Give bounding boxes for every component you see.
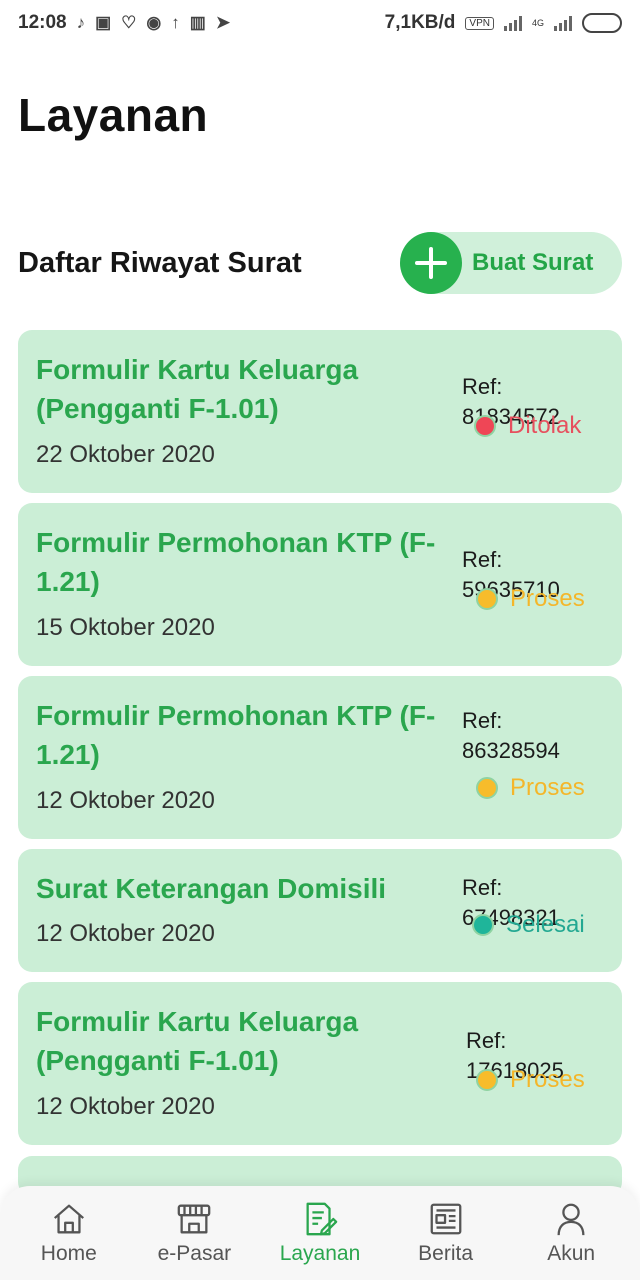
signal-icon [503,15,522,31]
status-label: Proses [510,774,585,801]
status-badge: Proses [476,585,585,613]
status-right: 7,1KB/d VPN 4G [385,12,622,34]
app-notification-icon: ▣ [95,13,112,32]
status-badge: Proses [476,1066,585,1094]
telegram-icon: ➤ [215,13,231,32]
nav-item-akun[interactable]: Akun [515,1200,627,1266]
nav-label: Home [40,1242,97,1265]
status-dot-icon [476,588,498,610]
plus-icon [400,232,462,294]
nav-label: Akun [547,1242,596,1265]
letter-date: 12 Oktober 2020 [36,787,215,814]
letter-card[interactable]: Formulir Kartu Keluarga (Pengganti F-1.0… [18,982,622,1145]
letter-date: 15 Oktober 2020 [36,614,215,641]
status-badge: Proses [476,774,585,802]
status-dot-icon [476,1069,498,1091]
letter-history-list: Formulir Kartu Keluarga (Pengganti F-1.0… [18,330,622,1155]
status-dot-icon [472,914,494,936]
tiktok-icon: ♪ [76,13,86,32]
letter-title: Formulir Permohonan KTP (F-1.21) [36,700,436,770]
page-title: Layanan [18,89,209,141]
status-label: Selesai [506,911,585,938]
status-dot-icon [476,777,498,799]
letter-title: Formulir Permohonan KTP (F-1.21) [36,527,436,597]
nav-item-berita[interactable]: Berita [390,1200,502,1266]
letter-card[interactable]: Surat Keterangan Domisili 12 Oktober 202… [18,849,622,972]
letter-card[interactable]: Formulir Kartu Keluarga (Pengganti F-1.0… [18,330,622,493]
trash-icon: ▥ [189,13,206,32]
create-letter-button[interactable]: Buat Surat [400,232,622,294]
letter-card[interactable]: Formulir Permohonan KTP (F-1.21) 12 Okto… [18,676,622,839]
create-letter-label: Buat Surat [472,249,594,276]
heart-icon: ♡ [121,13,137,32]
battery-icon [582,13,622,33]
store-icon [178,1204,211,1234]
status-badge: Selesai [472,911,585,939]
nav-item-layanan[interactable]: Layanan [264,1200,376,1266]
status-dot-icon [474,415,496,437]
letter-title: Formulir Kartu Keluarga (Pengganti F-1.0… [36,354,359,424]
document-edit-icon [306,1202,338,1236]
section-title: Daftar Riwayat Surat [18,246,302,279]
upload-icon: ↑ [171,13,180,32]
letter-card[interactable]: Formulir Permohonan KTP (F-1.21) 15 Okto… [18,503,622,666]
status-badge: Ditolak [474,412,581,440]
status-label: Proses [510,1066,585,1093]
letter-title: Formulir Kartu Keluarga (Pengganti F-1.0… [36,1006,359,1076]
nav-label: Layanan [279,1242,361,1265]
nav-item-home[interactable]: Home [13,1200,125,1266]
status-bar: 12:08 ♪ ▣ ♡ ◉ ↑ ▥ ➤ 7,1KB/d VPN 4G [0,0,640,46]
letter-date: 12 Oktober 2020 [36,1093,215,1120]
home-icon [53,1204,84,1234]
nav-label: Berita [418,1242,473,1265]
bottom-nav: Home e-Pasar Layanan Berita Akun [0,1186,640,1280]
lazada-icon: ◉ [146,13,162,32]
newspaper-icon [430,1203,461,1235]
network-speed: 7,1KB/d [384,12,456,33]
clock: 12:08 [18,12,67,33]
status-label: Proses [510,585,585,612]
status-label: Ditolak [508,412,582,439]
status-left: 12:08 ♪ ▣ ♡ ◉ ↑ ▥ ➤ [18,12,230,34]
letter-title: Surat Keterangan Domisili [36,873,387,904]
nav-label: e-Pasar [157,1242,232,1265]
section-header: Daftar Riwayat Surat Buat Surat [18,232,622,294]
nav-item-e-pasar[interactable]: e-Pasar [138,1200,250,1266]
letter-date: 12 Oktober 2020 [36,920,215,947]
network-type: 4G [531,18,544,28]
signal-icon-2 [554,15,572,31]
letter-date: 22 Oktober 2020 [36,441,215,468]
user-icon [557,1203,585,1236]
letter-ref: Ref: 86328594 [462,708,560,763]
vpn-badge: VPN [465,16,494,30]
